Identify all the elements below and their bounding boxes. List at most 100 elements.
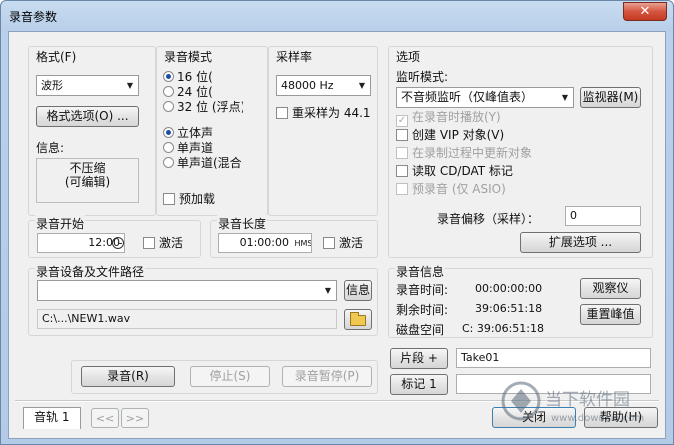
radio-32bit[interactable]: 32 位 (浮点)( bbox=[163, 100, 243, 114]
record-start-activate-checkbox[interactable]: 激活 bbox=[143, 236, 183, 250]
record-length-activate-checkbox[interactable]: 激活 bbox=[323, 236, 363, 250]
option-checkbox[interactable]: 在录制过程中更新对象 bbox=[396, 146, 532, 160]
watermark-emblem: 当下软件园 www.downxia.com bbox=[501, 381, 644, 424]
record-offset-input[interactable]: 0 bbox=[565, 206, 641, 226]
sample-rate-group bbox=[268, 46, 378, 216]
stop-button[interactable]: 停止(S) bbox=[190, 366, 270, 387]
record-offset-label: 录音偏移（采样）： bbox=[437, 212, 540, 226]
preload-label: 预加载 bbox=[179, 192, 216, 206]
radio-16bit-label: 16 位( bbox=[177, 70, 213, 84]
info-line-2: (可编辑) bbox=[64, 175, 111, 189]
format-info-box: 不压缩 (可编辑) bbox=[36, 158, 139, 203]
preload-checkbox[interactable]: 预加载 bbox=[163, 192, 215, 206]
close-window-button[interactable]: ✕ bbox=[623, 2, 667, 21]
radio-mark bbox=[163, 101, 174, 112]
radio-mark bbox=[163, 127, 174, 138]
activate-label: 激活 bbox=[159, 236, 184, 250]
marker-button[interactable]: 标记 1 bbox=[390, 374, 448, 395]
record-pause-button[interactable]: 录音暂停(P) bbox=[282, 366, 372, 387]
record-length-input[interactable]: 01:00:00 HMS bbox=[218, 233, 312, 253]
watermark-url: www.downxia.com bbox=[551, 413, 644, 424]
sample-rate-group-label: 采样率 bbox=[275, 48, 314, 65]
radio-32bit-label: 32 位 (浮点)( bbox=[177, 100, 243, 114]
option-checkbox-label: 在录音时播放(Y) bbox=[412, 110, 501, 124]
radio-mark bbox=[163, 142, 174, 153]
segment-add-button[interactable]: 片段 + bbox=[390, 348, 448, 369]
monitor-button[interactable]: 监视器(M) bbox=[580, 87, 641, 108]
chevron-down-icon: ▼ bbox=[126, 81, 134, 90]
radio-mono-mix[interactable]: 单声道(混合 bbox=[163, 156, 243, 170]
window-title: 录音参数 bbox=[9, 10, 58, 24]
checkbox-box bbox=[323, 237, 335, 249]
chevron-down-icon: ▼ bbox=[561, 93, 569, 102]
checkbox-box bbox=[396, 165, 408, 177]
folder-icon bbox=[350, 312, 366, 326]
monitor-mode-select[interactable]: 不音频监听（仅峰值表） ▼ bbox=[396, 87, 574, 108]
monitor-mode-label: 监听模式: bbox=[396, 70, 449, 84]
radio-mono[interactable]: 单声道 bbox=[163, 141, 243, 155]
remaining-time-label: 剩余时间: bbox=[396, 303, 449, 317]
radio-mark bbox=[163, 86, 174, 97]
radio-16bit[interactable]: 16 位( bbox=[163, 70, 243, 84]
browse-folder-button[interactable] bbox=[344, 309, 372, 330]
disk-space-value: C: 39:06:51:18 bbox=[462, 322, 544, 335]
device-path-group-label: 录音设备及文件路径 bbox=[35, 263, 146, 280]
close-icon: ✕ bbox=[639, 4, 651, 19]
record-button[interactable]: 录音(R) bbox=[81, 366, 175, 387]
track-tab[interactable]: 音轨 1 bbox=[23, 407, 81, 429]
checkbox-box bbox=[396, 129, 408, 141]
resample-label: 重采样为 44.1 bbox=[292, 106, 371, 120]
option-checkbox-label: 在录制过程中更新对象 bbox=[412, 146, 533, 160]
radio-mono-label: 单声道 bbox=[177, 141, 214, 155]
next-track-button[interactable]: >> bbox=[121, 408, 149, 428]
radio-24bit-label: 24 位( bbox=[177, 85, 213, 99]
disk-space-label: 磁盘空间 bbox=[396, 323, 445, 337]
sample-rate-select[interactable]: 48000 Hz ▼ bbox=[276, 75, 371, 96]
prev-track-button[interactable]: << bbox=[91, 408, 119, 428]
checkbox-box bbox=[163, 193, 175, 205]
checkbox-box bbox=[276, 107, 288, 119]
radio-stereo[interactable]: 立体声 bbox=[163, 126, 243, 140]
record-length-group-label: 录音长度 bbox=[217, 215, 268, 232]
chevron-down-icon: ▼ bbox=[324, 286, 332, 295]
checkbox-box bbox=[143, 237, 155, 249]
format-options-button[interactable]: 格式选项(O) ... bbox=[36, 106, 139, 127]
radio-stereo-label: 立体声 bbox=[177, 126, 214, 140]
options-group-label: 选项 bbox=[395, 48, 422, 65]
device-select[interactable]: ▼ bbox=[37, 280, 337, 301]
checkbox-box bbox=[396, 147, 408, 159]
reset-peak-button[interactable]: 重置峰值 bbox=[580, 304, 641, 325]
option-checkbox[interactable]: 创建 VIP 对象(V) bbox=[396, 128, 504, 142]
record-mode-group-label: 录音模式 bbox=[163, 48, 214, 65]
format-select[interactable]: 波形 ▼ bbox=[36, 75, 139, 96]
sample-rate-value: 48000 Hz bbox=[281, 79, 334, 92]
observe-meter-button[interactable]: 观察仪 bbox=[580, 278, 641, 299]
watermark-logo: 当下软件园 www.downxia.com bbox=[499, 377, 669, 437]
option-checkbox[interactable]: ✓ 在录音时播放(Y) bbox=[396, 110, 501, 127]
record-start-group-label: 录音开始 bbox=[35, 215, 86, 232]
record-time-value: 00:00:00:00 bbox=[475, 282, 543, 295]
dialog-window: 录音参数 ✕ 格式(F) 波形 ▼ 格式选项(O) ... 信息: 不压缩 (可… bbox=[0, 0, 674, 445]
option-checkbox[interactable]: 读取 CD/DAT 标记 bbox=[396, 164, 513, 178]
radio-mark bbox=[163, 71, 174, 82]
remaining-time-value: 39:06:51:18 bbox=[475, 302, 543, 315]
radio-24bit[interactable]: 24 位( bbox=[163, 85, 243, 99]
option-checkbox-label: 预录音 (仅 ASIO) bbox=[412, 182, 506, 196]
extended-options-button[interactable]: 扩展选项 ... bbox=[520, 232, 641, 253]
option-checkbox-label: 创建 VIP 对象(V) bbox=[412, 128, 505, 142]
title-bar[interactable]: 录音参数 ✕ bbox=[1, 1, 673, 31]
resample-checkbox[interactable]: 重采样为 44.1 bbox=[276, 106, 371, 120]
option-checkbox-label: 读取 CD/DAT 标记 bbox=[412, 164, 513, 178]
info-label: 信息: bbox=[36, 141, 65, 155]
format-group-label: 格式(F) bbox=[35, 48, 78, 65]
radio-mark bbox=[163, 157, 174, 168]
file-path-field[interactable]: C:\...\NEW1.wav bbox=[37, 309, 337, 329]
segment-name-input[interactable]: Take01 bbox=[456, 348, 651, 368]
activate-label: 激活 bbox=[339, 236, 364, 250]
option-checkbox[interactable]: 预录音 (仅 ASIO) bbox=[396, 182, 506, 196]
device-info-button[interactable]: 信息 bbox=[344, 280, 372, 301]
checkbox-box bbox=[396, 183, 408, 195]
checkbox-box: ✓ bbox=[396, 115, 408, 127]
clock-icon[interactable] bbox=[112, 237, 124, 249]
record-time-label: 录音时间: bbox=[396, 283, 449, 297]
